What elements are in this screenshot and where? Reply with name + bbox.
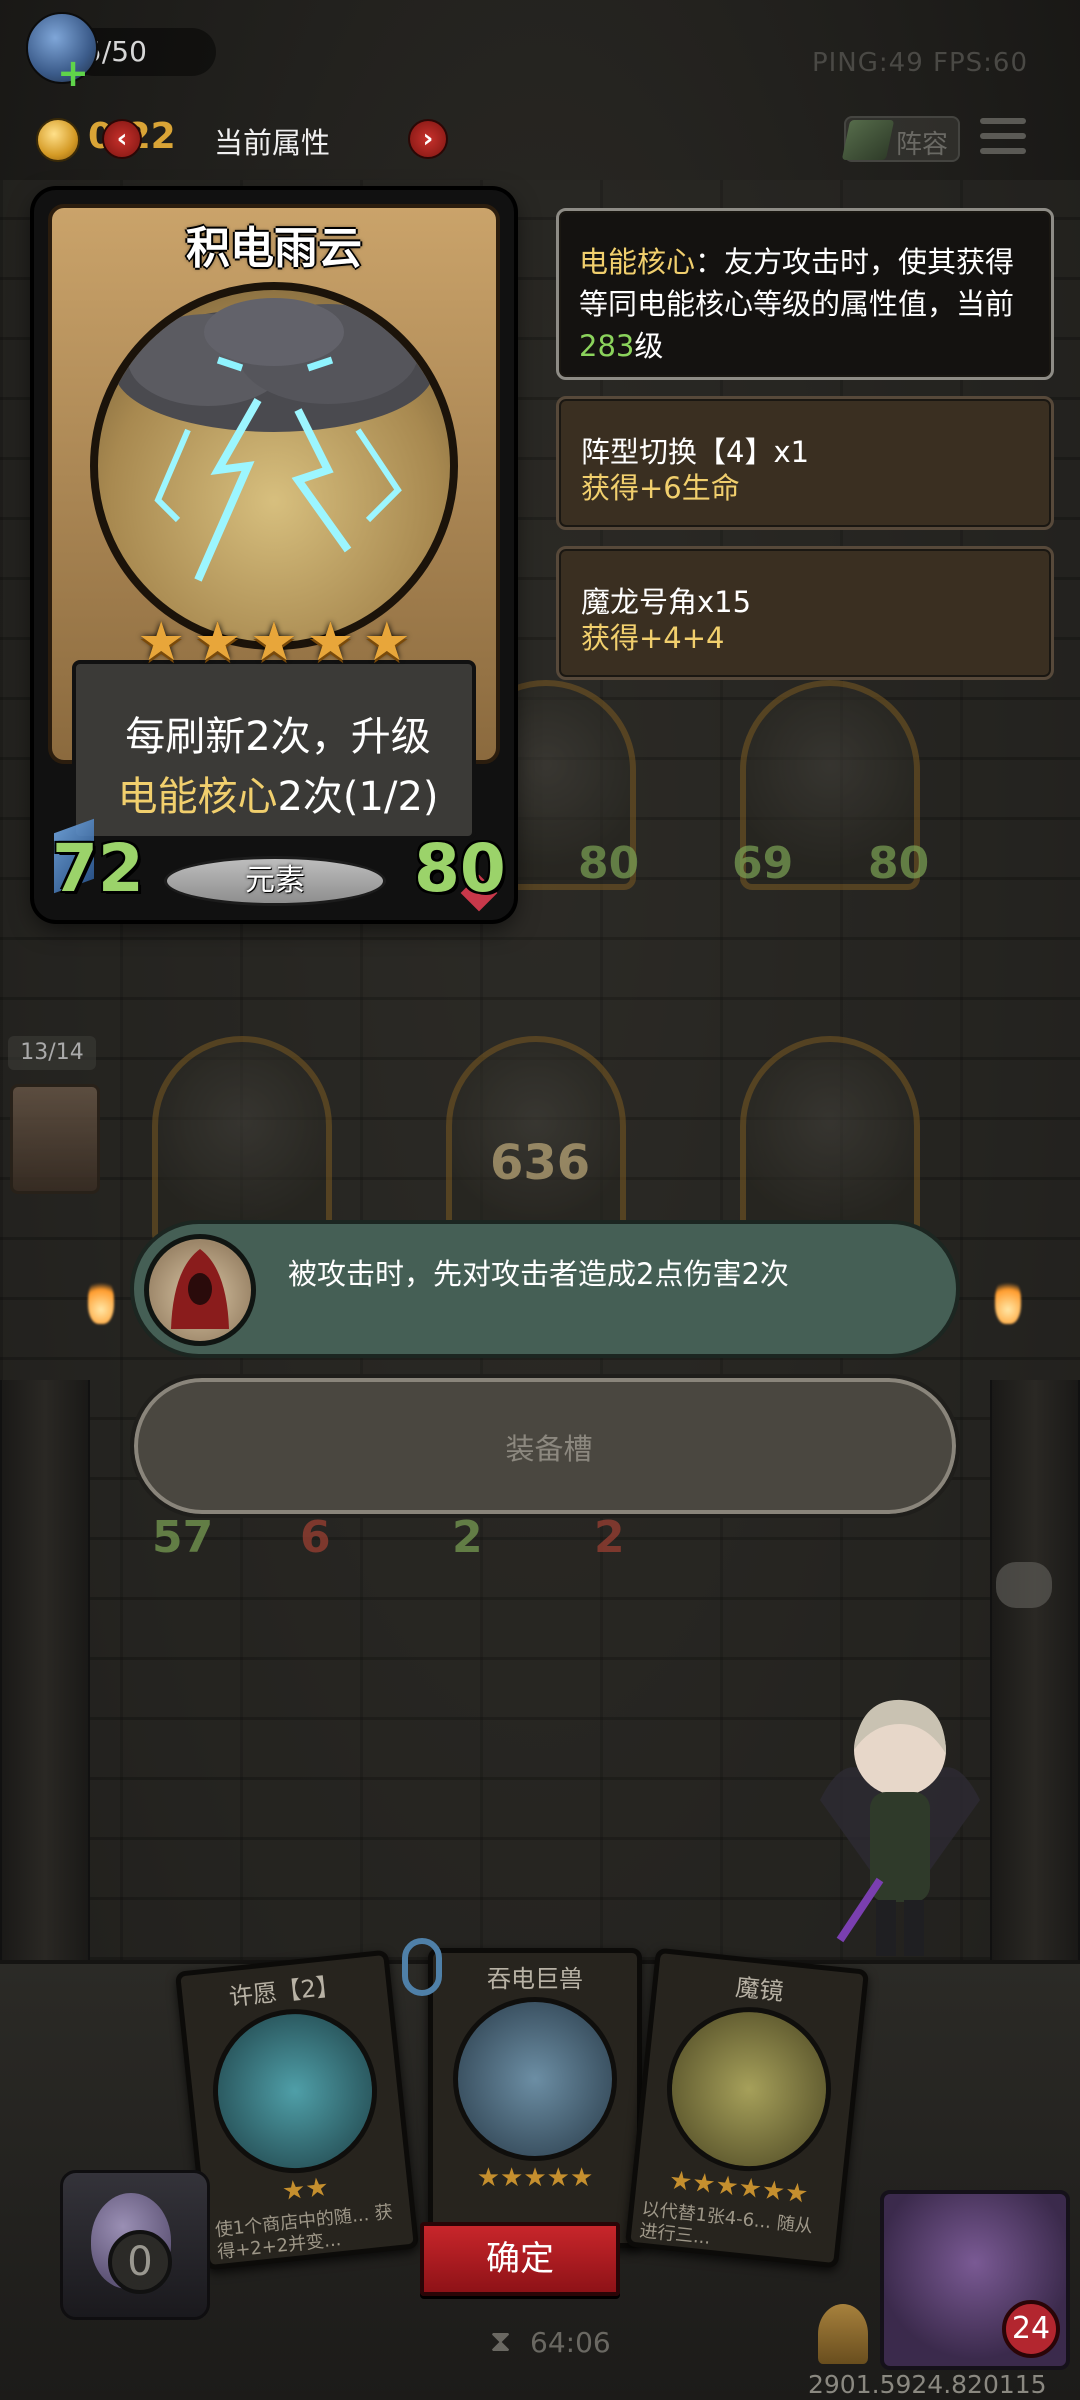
sword-icon[interactable]	[818, 2304, 868, 2364]
menu-icon[interactable]	[980, 118, 1026, 158]
shop-card[interactable]: 魔镜 ★★★★★★ 以代替1张4-6... 随从 进行三...	[624, 1947, 870, 2269]
star-icon: ★	[136, 610, 186, 673]
card-description-line2: 电能核心2次(1/2)	[76, 764, 480, 822]
shop-card[interactable]: 许愿【2】 ★★ 使1个商店中的随... 获得+2+2并变...	[174, 1949, 420, 2271]
minion-health: 2	[594, 1512, 625, 1563]
card-description-line1: 每刷新2次，升级	[125, 714, 431, 760]
chat-icon[interactable]	[996, 1562, 1052, 1608]
star-icon: ★	[362, 610, 412, 673]
opponent-health-badge: 24	[1002, 2300, 1060, 2358]
turn-timer: 64:06	[530, 2326, 611, 2359]
lineup-label: 阵容	[896, 130, 949, 160]
formation-effect: 获得+6生命	[581, 471, 740, 505]
minion-health: 6	[300, 1512, 331, 1563]
next-arrow-button[interactable]: ›	[408, 119, 448, 159]
ability-tooltip: 被攻击时，先对攻击者造成2点伤害2次	[130, 1220, 960, 1358]
network-stats: PING:49 FPS:60	[811, 48, 1028, 78]
card-name: 积电雨云	[186, 223, 362, 274]
hooded-figure-icon	[144, 1234, 256, 1346]
coin-icon	[36, 118, 80, 162]
card-attack: 72	[52, 830, 144, 907]
left-torch	[88, 1276, 114, 1324]
formation-info-panel: 阵型切换【4】x1 获得+6生命	[556, 396, 1054, 530]
storm-cloud-art	[114, 298, 434, 582]
book-icon	[841, 120, 895, 160]
shop-card[interactable]: 吞电巨兽 ★★★★★	[428, 1948, 642, 2248]
core-level: 283	[579, 329, 635, 363]
card-tribe: 元素	[164, 856, 386, 906]
shop-card-art	[204, 2000, 386, 2182]
board-minion[interactable]	[152, 1036, 332, 1246]
core-info-panel: 电能核心：友方攻击时，使其获得等同电能核心等级的属性值，当前283级	[556, 208, 1054, 380]
shop-card-art	[453, 1997, 617, 2161]
top-bar: 5/50 + PING:49 FPS:60 0 22 ‹ 当前属性 › 阵容	[0, 0, 1080, 200]
minion-card: 积电雨云 每刷新2次，升级 电能核心2次(1/2) ★ ★ ★ ★ ★ 72 元素 80	[34, 190, 514, 920]
equipment-slot-label: 装备槽	[505, 1432, 593, 1466]
shop-card-stars: ★★★★★	[476, 2163, 594, 2193]
attribute-title: 当前属性	[214, 126, 331, 160]
star-icon: ★	[249, 610, 299, 673]
minion-attack: 69	[732, 838, 794, 889]
lineup-button[interactable]: 阵容	[841, 116, 960, 162]
minion-big-number: 636	[490, 1135, 591, 1191]
hero-portrait[interactable]	[10, 1084, 100, 1194]
minion-attack: 2	[452, 1512, 483, 1563]
board-minion[interactable]	[740, 1036, 920, 1246]
ability-description: 被攻击时，先对攻击者造成2点伤害2次	[288, 1257, 789, 1291]
card-description-box: 每刷新2次，升级 电能核心2次(1/2)	[72, 660, 476, 840]
build-id: 2901.5924.820115	[808, 2370, 1047, 2399]
shop-card-art	[658, 1998, 840, 2180]
core-level-suffix: 级	[634, 329, 664, 363]
minion-attack: 80	[578, 838, 640, 889]
left-pillar	[0, 1380, 90, 1960]
star-icon: ★	[193, 610, 242, 673]
prev-arrow-button[interactable]: ‹	[102, 119, 142, 159]
horn-info-panel: 魔龙号角x15 获得+4+4	[556, 546, 1054, 680]
core-description: 电能核心：友方攻击时，使其获得等同电能核心等级的属性值，当前283级	[579, 241, 1039, 367]
equipment-slot[interactable]: 装备槽	[130, 1374, 960, 1518]
right-pillar	[990, 1380, 1080, 1960]
plus-icon[interactable]: +	[56, 54, 90, 92]
card-description-rest: 2次(1/2)	[277, 774, 439, 820]
link-icon	[402, 1938, 442, 1996]
core-keyword: 电能核心	[579, 245, 696, 279]
card-keyword: 电能核心	[117, 774, 278, 820]
card-art	[90, 282, 458, 650]
hourglass-icon: ⧗	[490, 2324, 512, 2359]
hero-counter: 13/14	[8, 1036, 96, 1070]
right-torch	[995, 1276, 1021, 1324]
confirm-button[interactable]: 确定	[420, 2222, 620, 2296]
card-stars: ★ ★ ★ ★ ★	[34, 610, 514, 673]
egg-count: 0	[108, 2230, 172, 2294]
star-icon: ★	[306, 610, 355, 673]
card-health: 80	[414, 830, 506, 907]
hero-character[interactable]	[810, 1680, 990, 1970]
minion-attack: 57	[152, 1512, 214, 1563]
horn-effect: 获得+4+4	[581, 621, 725, 655]
minion-health: 80	[868, 838, 930, 889]
shop-card-title: 吞电巨兽	[487, 1965, 583, 1993]
